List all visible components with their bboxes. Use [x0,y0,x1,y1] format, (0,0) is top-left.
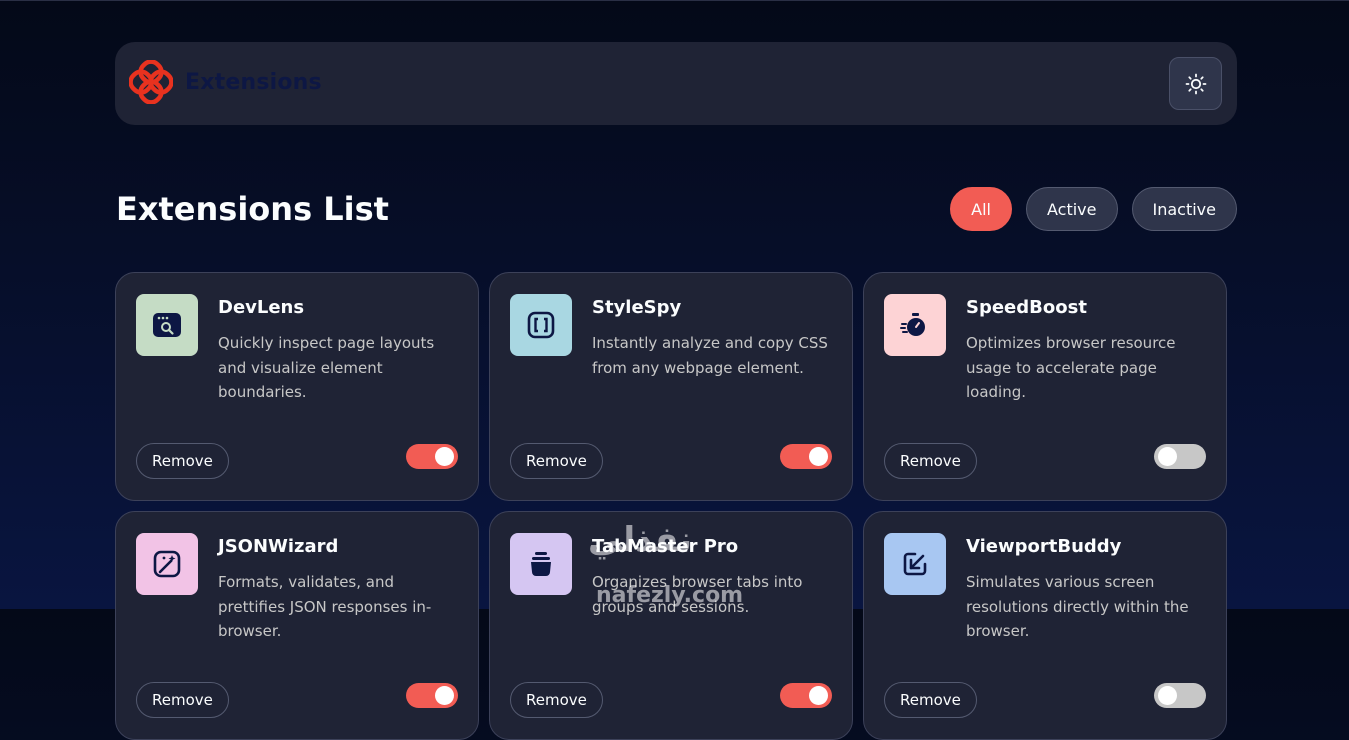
jar-icon [531,552,551,576]
toggle-knob [435,686,454,705]
extension-card: ViewportBuddy Simulates various screen r… [863,511,1227,740]
enable-toggle[interactable] [1154,444,1206,469]
wand-icon [153,550,181,578]
extension-icon-tile [884,533,946,595]
extension-description: Instantly analyze and copy CSS from any … [592,334,828,377]
extension-icon-tile [510,533,572,595]
logo-text: Extensions [185,69,322,95]
extension-card: SpeedBoost Optimizes browser resource us… [863,272,1227,501]
toggle-knob [1158,686,1177,705]
top-border [0,0,1349,1]
enable-toggle[interactable] [780,444,832,469]
remove-button[interactable]: Remove [136,443,229,479]
extension-name: TabMaster Pro [592,536,739,557]
remove-button[interactable]: Remove [136,682,229,718]
extension-description: Quickly inspect page layouts and visuali… [218,334,435,401]
toggle-knob [809,686,828,705]
toggle-knob [1158,447,1177,466]
filter-tabs: All Active Inactive [950,187,1237,231]
extension-card: JSONWizard Formats, validates, and prett… [115,511,479,740]
page-title: Extensions List [116,190,389,228]
resize-arrow-icon [903,552,927,576]
extension-description: Simulates various screen resolutions dir… [966,573,1189,640]
logo: Extensions [129,60,322,104]
toggle-knob [809,447,828,466]
stopwatch-icon [900,313,925,336]
extension-name: SpeedBoost [966,297,1087,318]
sun-icon [1185,73,1206,94]
remove-button[interactable]: Remove [884,682,977,718]
remove-button[interactable]: Remove [510,443,603,479]
extension-icon-tile [136,533,198,595]
extension-name: ViewportBuddy [966,536,1122,557]
extension-card: StyleSpy Instantly analyze and copy CSS … [489,272,853,501]
enable-toggle[interactable] [406,444,458,469]
filter-all-button[interactable]: All [950,187,1012,231]
extension-description: Organizes browser tabs into groups and s… [592,573,803,616]
enable-toggle[interactable] [780,683,832,708]
filter-active-button[interactable]: Active [1026,187,1118,231]
extension-card: DevLens Quickly inspect page layouts and… [115,272,479,501]
remove-button[interactable]: Remove [510,682,603,718]
extension-name: JSONWizard [218,536,339,557]
app-header: Extensions [115,42,1237,125]
extension-name: DevLens [218,297,305,318]
brackets-icon [527,311,555,339]
extension-icon-tile [136,294,198,356]
remove-button[interactable]: Remove [884,443,977,479]
extension-description: Optimizes browser resource usage to acce… [966,334,1176,401]
theme-toggle-button[interactable] [1169,57,1222,110]
extension-description: Formats, validates, and prettifies JSON … [218,573,432,640]
toggle-knob [435,447,454,466]
logo-icon [129,60,173,104]
extension-icon-tile [884,294,946,356]
enable-toggle[interactable] [406,683,458,708]
enable-toggle[interactable] [1154,683,1206,708]
extension-name: StyleSpy [592,297,682,318]
extension-card: TabMaster Pro Organizes browser tabs int… [489,511,853,740]
filter-inactive-button[interactable]: Inactive [1131,187,1237,231]
inspect-window-icon [153,313,181,337]
extension-icon-tile [510,294,572,356]
